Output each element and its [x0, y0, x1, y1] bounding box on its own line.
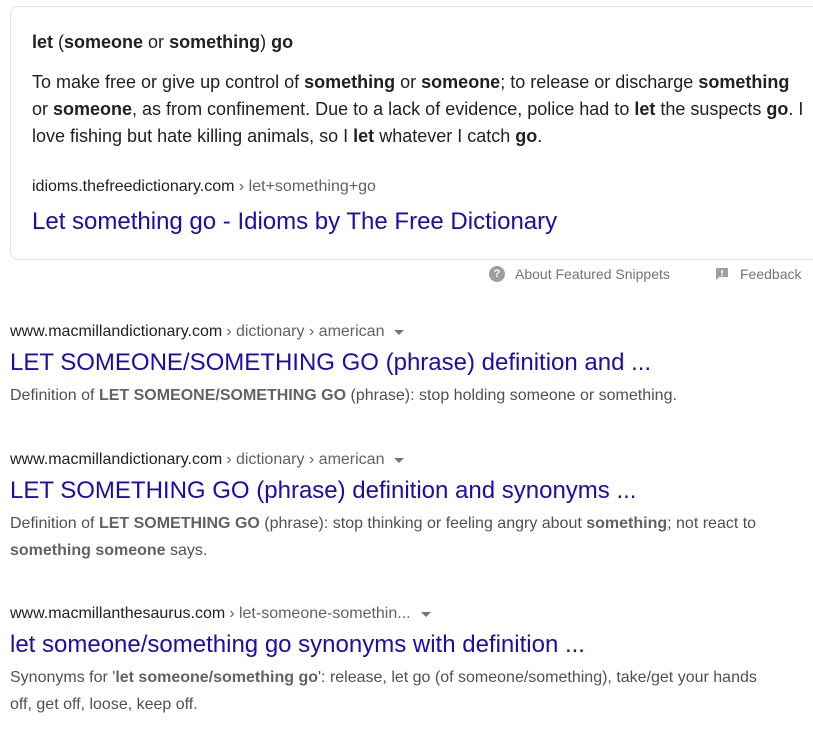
- text-segment: , as from confinement. Due to a lack of …: [132, 99, 635, 119]
- highlighted-text: something: [586, 515, 668, 532]
- source-domain: idioms.thefreedictionary.com: [32, 178, 235, 195]
- featured-snippet-title-link[interactable]: Let something go - Idioms by The Free Di…: [32, 207, 557, 237]
- text-segment: Definition of: [10, 387, 99, 404]
- highlighted-text: let: [634, 99, 656, 119]
- text-segment: ; to release or discharge: [500, 72, 699, 92]
- featured-snippet-source: idioms.thefreedictionary.com › let+somet…: [32, 177, 376, 197]
- highlighted-text: go: [766, 99, 789, 119]
- highlighted-text: something someone: [10, 542, 166, 559]
- highlighted-text: let: [32, 32, 54, 52]
- highlighted-text: someone: [64, 32, 144, 52]
- search-result: www.macmillanthesaurus.com › let-someone…: [10, 604, 810, 718]
- about-featured-snippets-link[interactable]: ? About Featured Snippets: [489, 266, 670, 282]
- result-domain: www.macmillanthesaurus.com: [10, 605, 226, 622]
- chevron-down-icon[interactable]: [394, 457, 405, 463]
- result-breadcrumb: › let-someone-somethin...: [229, 605, 411, 622]
- text-segment: whatever I catch: [374, 126, 516, 146]
- feedback-label: Feedback: [740, 266, 802, 282]
- featured-snippet-definition: To make free or give up control of somet…: [32, 69, 807, 150]
- result-title-link[interactable]: LET SOMEONE/SOMETHING GO (phrase) defini…: [10, 348, 810, 378]
- result-snippet: Synonyms for 'let someone/something go':…: [10, 664, 760, 718]
- highlighted-text: let: [353, 126, 375, 146]
- highlighted-text: LET SOMEONE/SOMETHING GO: [98, 387, 347, 404]
- result-domain: www.macmillandictionary.com: [10, 451, 223, 468]
- result-title-link[interactable]: let someone/something go synonyms with d…: [10, 630, 810, 660]
- highlighted-text: something: [698, 72, 790, 92]
- about-featured-snippets-label: About Featured Snippets: [515, 266, 670, 282]
- highlighted-text: go: [515, 126, 538, 146]
- featured-snippet-card: let (someone or something) go To make fr…: [10, 6, 813, 260]
- highlighted-text: let someone/something go: [115, 669, 318, 686]
- highlighted-text: someone: [53, 99, 133, 119]
- highlighted-text: something: [304, 72, 396, 92]
- text-segment: or: [32, 99, 54, 119]
- result-url: www.macmillanthesaurus.com › let-someone…: [10, 604, 810, 624]
- result-breadcrumb: › dictionary › american: [226, 323, 385, 340]
- highlighted-text: something: [169, 32, 261, 52]
- text-segment: Synonyms for ': [10, 669, 116, 686]
- source-breadcrumb: › let+something+go: [238, 178, 376, 195]
- highlighted-text: someone: [421, 72, 501, 92]
- search-result: www.macmillandictionary.com › dictionary…: [10, 322, 810, 409]
- highlighted-text: go: [271, 32, 294, 52]
- featured-snippet-heading: let (someone or something) go: [32, 31, 293, 53]
- text-segment: To make free or give up control of: [32, 72, 305, 92]
- text-segment: (: [53, 32, 65, 52]
- chevron-down-icon[interactable]: [420, 611, 431, 617]
- text-segment: the suspects: [655, 99, 767, 119]
- text-segment: or: [143, 32, 170, 52]
- text-segment: .: [537, 126, 543, 146]
- highlighted-text: LET SOMETHING GO: [98, 515, 260, 532]
- result-snippet: Definition of LET SOMEONE/SOMETHING GO (…: [10, 382, 760, 409]
- result-url: www.macmillandictionary.com › dictionary…: [10, 450, 810, 470]
- text-segment: or: [395, 72, 422, 92]
- help-icon: ?: [489, 266, 505, 282]
- text-segment: ): [260, 32, 272, 52]
- text-segment: (phrase): stop holding someone or someth…: [346, 387, 677, 404]
- result-title-link[interactable]: LET SOMETHING GO (phrase) definition and…: [10, 476, 810, 506]
- text-segment: Definition of: [10, 515, 99, 532]
- result-domain: www.macmillandictionary.com: [10, 323, 223, 340]
- result-url: www.macmillandictionary.com › dictionary…: [10, 322, 810, 342]
- result-breadcrumb: › dictionary › american: [226, 451, 385, 468]
- feedback-link[interactable]: Feedback: [714, 266, 801, 282]
- snippet-footer: ? About Featured Snippets Feedback: [0, 264, 813, 286]
- result-snippet: Definition of LET SOMETHING GO (phrase):…: [10, 510, 760, 564]
- text-segment: says.: [165, 542, 208, 559]
- text-segment: (phrase): stop thinking or feeling angry…: [259, 515, 587, 532]
- text-segment: ; not react to: [667, 515, 757, 532]
- chevron-down-icon[interactable]: [394, 329, 405, 335]
- feedback-flag-icon: [714, 266, 730, 282]
- search-result: www.macmillandictionary.com › dictionary…: [10, 450, 810, 564]
